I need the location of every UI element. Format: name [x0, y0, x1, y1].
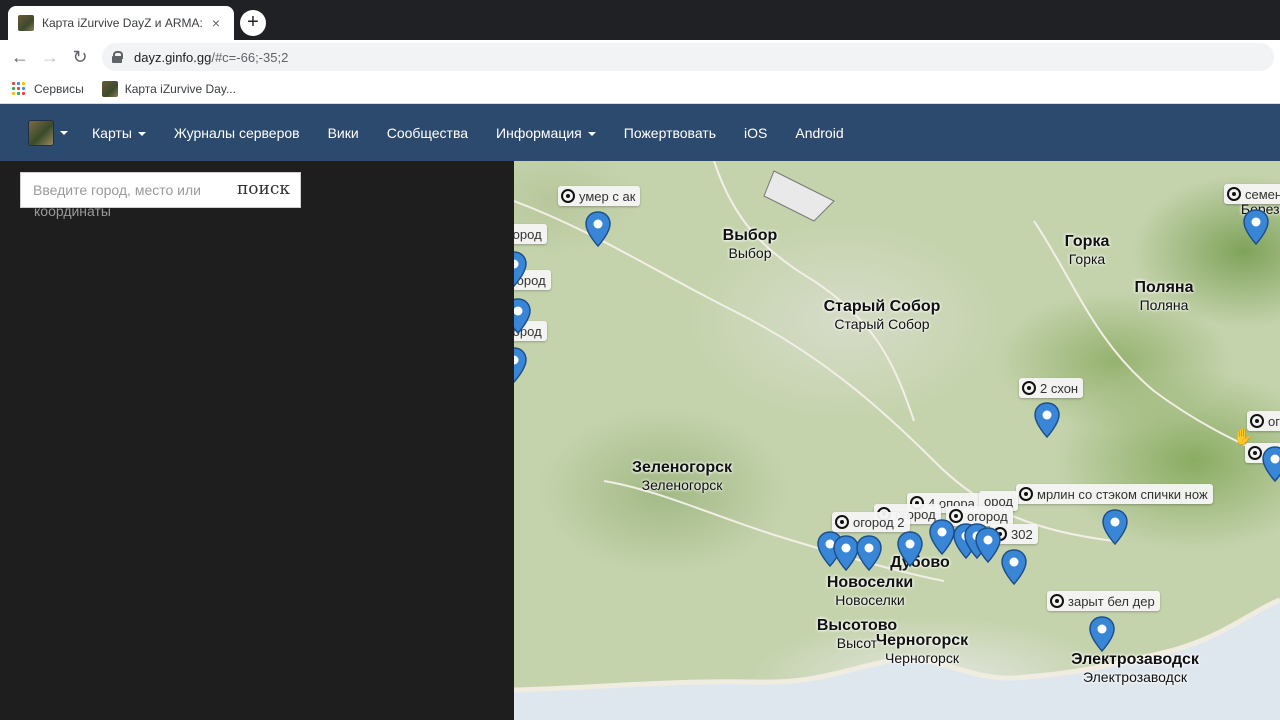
- bookmark-label: Сервисы: [34, 81, 84, 96]
- address-bar[interactable]: dayz.ginfo.gg/#c=-66;-35;2: [102, 43, 1274, 71]
- town-label: Горка Горка: [1064, 233, 1110, 267]
- map-pin-icon[interactable]: [856, 535, 882, 571]
- hand-cursor-icon: ✋: [1233, 429, 1253, 446]
- map-pin-icon[interactable]: [1089, 616, 1115, 652]
- map-canvas[interactable]: Выбор Выбор Горка Горка Поляна Поляна Стары…: [514, 161, 1280, 720]
- town-label: Зеленогорск Зеленогорск: [631, 459, 733, 493]
- marker-tag[interactable]: 2 схон: [1019, 378, 1084, 398]
- close-icon[interactable]: ×: [208, 15, 224, 31]
- site-navbar: Карты Журналы серверов Вики Сообщества И…: [0, 104, 1280, 161]
- nav-item-info[interactable]: Информация: [496, 125, 596, 141]
- nav-item-maps[interactable]: Карты: [92, 125, 146, 141]
- nav-item-donate[interactable]: Пожертвовать: [624, 125, 716, 141]
- caret-down-icon: [137, 131, 146, 136]
- caret-down-icon: [587, 131, 596, 136]
- site-favicon-icon: [18, 15, 34, 31]
- town-label: Черногорск Черногорск: [875, 632, 969, 666]
- marker-dot-icon: [561, 189, 575, 203]
- url-path: /#c=-66;-35;2: [211, 49, 289, 65]
- nav-item-wiki[interactable]: Вики: [328, 125, 359, 141]
- map-pin-icon[interactable]: [1262, 446, 1280, 482]
- nav-item-communities[interactable]: Сообщества: [387, 125, 468, 141]
- apps-grid-icon: [12, 81, 26, 96]
- marker-dot-icon: [1019, 487, 1033, 501]
- marker-dot-icon: [835, 515, 849, 529]
- map-pin-icon[interactable]: [897, 531, 923, 567]
- map-pin-icon[interactable]: [1034, 402, 1060, 438]
- bookmark-label: Карта iZurvive Day...: [124, 81, 236, 96]
- map-pin-icon[interactable]: [1001, 549, 1027, 585]
- marker-tag[interactable]: огород: [514, 224, 547, 244]
- map-pin-icon[interactable]: [1243, 209, 1269, 245]
- search-button[interactable]: поиск: [237, 179, 290, 199]
- caret-down-icon: [60, 130, 68, 135]
- marker-dot-icon: [1050, 594, 1064, 608]
- bookmarks-bar: Сервисы Карта iZurvive Day...: [0, 74, 1280, 104]
- sidebar: поиск координаты: [0, 161, 514, 720]
- marker-tag[interactable]: мрлин со стэком спички нож: [1016, 484, 1213, 504]
- marker-dot-icon: [1248, 446, 1262, 460]
- map-pin-icon[interactable]: [975, 527, 1001, 563]
- browser-toolbar: ← → ↻ dayz.ginfo.gg/#c=-66;-35;2: [0, 40, 1280, 74]
- town-label: Поляна Поляна: [1134, 279, 1194, 313]
- forward-arrow-icon[interactable]: →: [38, 45, 62, 69]
- marker-dot-icon: [1227, 187, 1241, 201]
- browser-tabstrip: Карта iZurvive DayZ и ARMA: Че × +: [0, 0, 1280, 40]
- nav-item-ios[interactable]: iOS: [744, 125, 767, 141]
- map-pin-icon[interactable]: [929, 519, 955, 555]
- bookmark-izurvive[interactable]: Карта iZurvive Day...: [101, 80, 236, 97]
- marker-dot-icon: [1250, 414, 1264, 428]
- new-tab-button[interactable]: +: [240, 10, 266, 36]
- browser-tab[interactable]: Карта iZurvive DayZ и ARMA: Че ×: [8, 6, 234, 40]
- site-favicon-icon: [101, 80, 118, 97]
- marker-tag[interactable]: огород 2: [832, 512, 910, 532]
- town-label: Старый Собор Старый Собор: [823, 298, 941, 332]
- nav-item-server-logs[interactable]: Журналы серверов: [174, 125, 300, 141]
- url-host: dayz.ginfo.gg: [134, 49, 212, 65]
- brand-menu[interactable]: [28, 119, 68, 146]
- map-pin-icon[interactable]: [514, 298, 531, 334]
- town-label: Новоселки Новоселки: [826, 574, 914, 608]
- map-pin-icon[interactable]: [514, 251, 527, 287]
- back-arrow-icon[interactable]: ←: [8, 45, 32, 69]
- marker-tag[interactable]: умер с ак: [558, 186, 641, 206]
- marker-tag[interactable]: зарыт бел дер: [1047, 591, 1160, 611]
- marker-dot-icon: [1022, 381, 1036, 395]
- town-label: Выбор Выбор: [722, 227, 778, 261]
- search-input[interactable]: [33, 173, 223, 207]
- map-pin-icon[interactable]: [514, 347, 527, 383]
- nav-item-android[interactable]: Android: [795, 125, 843, 141]
- tab-title: Карта iZurvive DayZ и ARMA: Че: [42, 16, 202, 30]
- bookmark-apps[interactable]: Сервисы: [12, 81, 84, 96]
- reload-icon[interactable]: ↻: [68, 45, 92, 69]
- search-placeholder-overflow: координаты: [34, 203, 111, 219]
- map-pin-icon[interactable]: [585, 211, 611, 247]
- town-label: Электрозаводск Электрозаводск: [1071, 651, 1199, 685]
- dayz-logo-icon: [28, 119, 54, 146]
- map-pin-icon[interactable]: [1102, 509, 1128, 545]
- lock-icon: [112, 51, 123, 63]
- marker-tag[interactable]: семен: [1224, 184, 1280, 204]
